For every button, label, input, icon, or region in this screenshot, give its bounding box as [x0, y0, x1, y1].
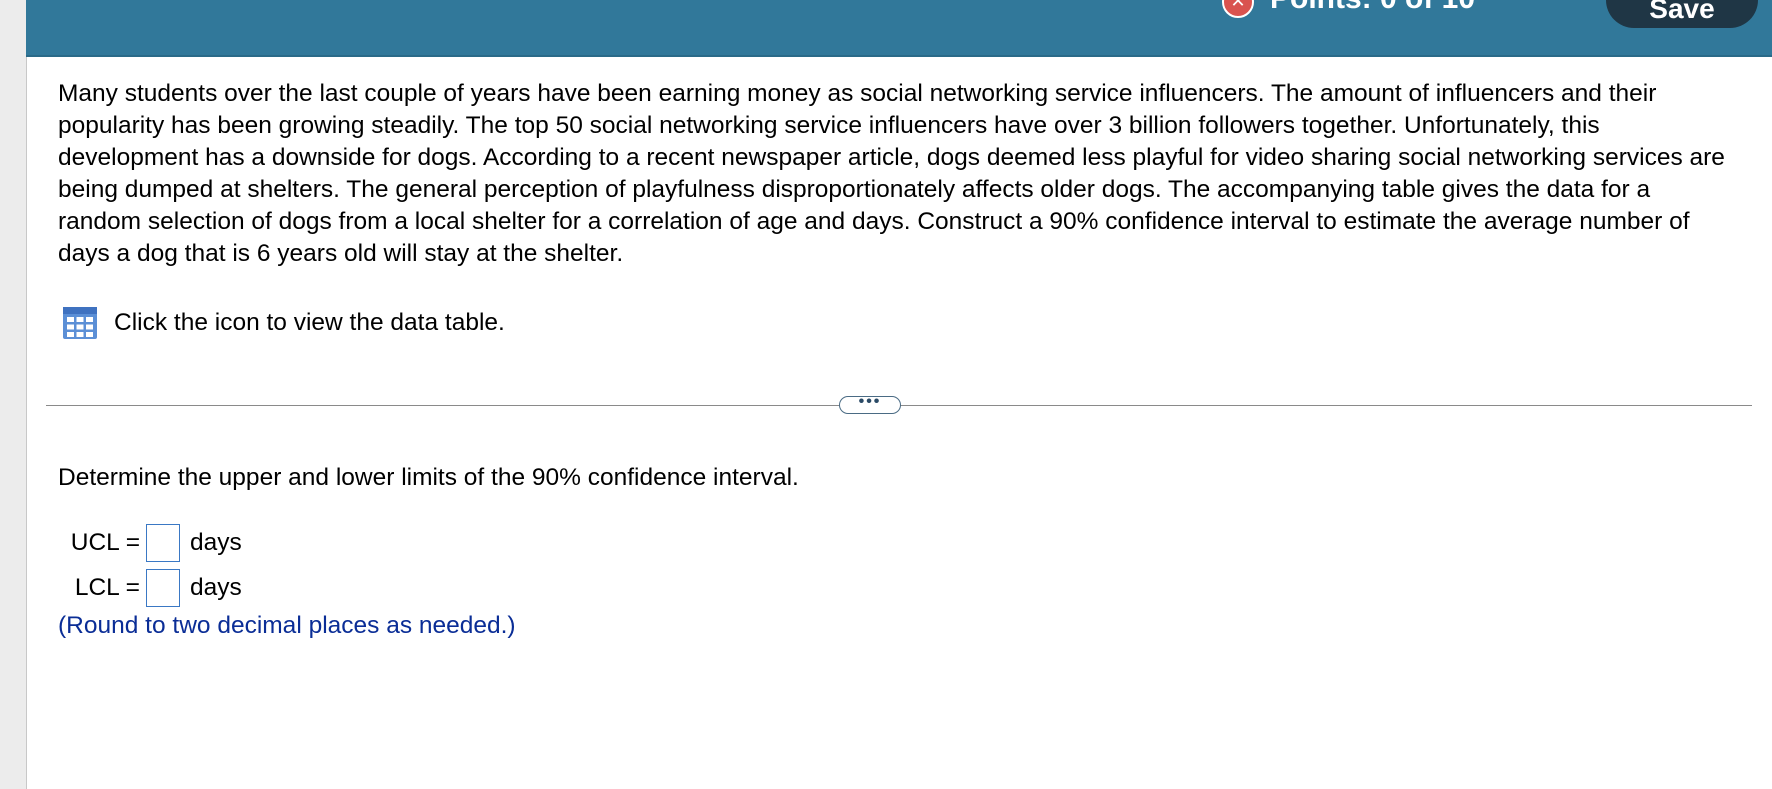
- lcl-input[interactable]: [146, 569, 180, 607]
- x-circle-icon: ✕: [1222, 0, 1254, 18]
- ucl-row: UCL = days: [0, 524, 242, 562]
- ucl-unit: days: [190, 529, 242, 556]
- background-page-strip: [0, 0, 27, 789]
- data-link-label[interactable]: Click the icon to view the data table.: [114, 309, 505, 337]
- points-label: Points: 0 of 10: [1270, 0, 1475, 16]
- table-grid-icon[interactable]: [62, 306, 98, 340]
- lcl-label: LCL =: [74, 574, 140, 601]
- question-prompt: Determine the upper and lower limits of …: [58, 464, 799, 491]
- problem-text: Many students over the last couple of ye…: [58, 80, 1725, 267]
- lcl-row: LCL = days: [0, 569, 242, 607]
- view-data-table-link[interactable]: Click the icon to view the data table.: [62, 306, 505, 340]
- lcl-unit: days: [190, 574, 242, 601]
- ucl-input[interactable]: [146, 524, 180, 562]
- problem-area: Many students over the last couple of ye…: [58, 78, 1738, 270]
- expand-button[interactable]: •••: [839, 394, 901, 414]
- header-bar: ✕ Points: 0 of 10 Save: [26, 0, 1772, 57]
- rounding-note: (Round to two decimal places as needed.): [58, 612, 516, 639]
- ucl-label: UCL =: [70, 529, 140, 556]
- save-button[interactable]: Save: [1606, 0, 1758, 28]
